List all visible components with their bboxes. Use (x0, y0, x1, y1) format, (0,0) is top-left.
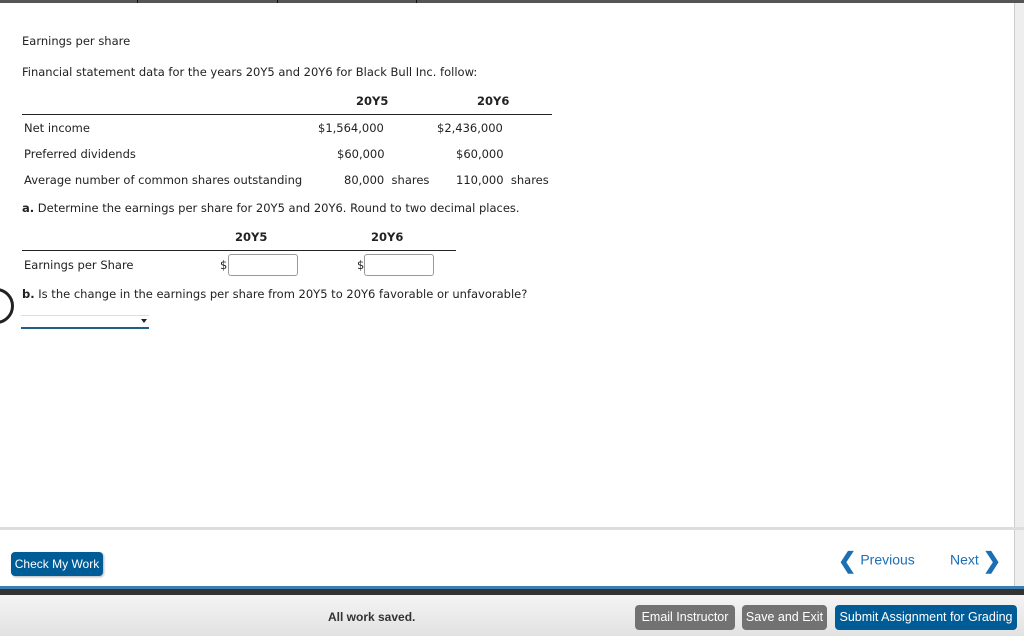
previous-label: Previous (860, 551, 915, 568)
part-a-question: a. Determine the earnings per share for … (22, 201, 520, 215)
value-20y6: $60,000 (456, 147, 504, 161)
row-label: Average number of common shares outstand… (24, 173, 303, 187)
footer-bar: All work saved. Email Instructor Save an… (0, 595, 1024, 636)
eps-header-20y6: 20Y6 (371, 230, 404, 244)
focus-circle-marker (0, 288, 14, 324)
email-instructor-button[interactable]: Email Instructor (635, 605, 735, 630)
previous-button[interactable]: ❮ Previous (838, 548, 915, 574)
favorable-select[interactable] (21, 315, 149, 329)
table-rule (22, 114, 552, 115)
next-button[interactable]: Next ❯ (950, 548, 1001, 574)
question-nav-bar: Check My Work ❮ Previous Next ❯ (0, 527, 1024, 587)
dropdown-arrow-icon (141, 319, 147, 323)
eps-row-label: Earnings per Share (24, 258, 134, 272)
check-my-work-button[interactable]: Check My Work (11, 552, 103, 576)
value-20y5: $1,564,000 (318, 121, 384, 135)
part-b-letter: b. (22, 287, 35, 301)
eps-20y5-input[interactable] (228, 254, 298, 276)
save-status: All work saved. (328, 610, 416, 624)
question-content: Earnings per share Financial statement d… (0, 3, 1014, 527)
row-label: Net income (24, 121, 90, 135)
part-b-question: b. Is the change in the earnings per sha… (22, 287, 527, 301)
save-and-exit-button[interactable]: Save and Exit (742, 605, 827, 630)
value-20y5: $60,000 (337, 147, 385, 161)
eps-20y6-input[interactable] (364, 254, 434, 276)
part-b-text: Is the change in the earnings per share … (34, 287, 528, 301)
eps-header-20y5: 20Y5 (235, 230, 268, 244)
value-20y6: 110,000 shares (456, 173, 549, 187)
chevron-right-icon: ❯ (982, 548, 1002, 573)
eps-rule (22, 250, 456, 251)
part-a-text: Determine the earnings per share for 20Y… (34, 201, 520, 215)
page-title: Earnings per share (22, 34, 131, 48)
value-20y6: $2,436,000 (437, 121, 503, 135)
row-label: Preferred dividends (24, 147, 136, 161)
next-label: Next (950, 551, 979, 568)
chevron-left-icon: ❮ (838, 548, 857, 573)
part-a-letter: a. (22, 201, 35, 215)
scrollbar[interactable] (1014, 3, 1024, 527)
currency-symbol: $ (220, 258, 228, 272)
value-20y5: 80,000 shares (344, 173, 430, 187)
submit-assignment-button[interactable]: Submit Assignment for Grading (835, 605, 1017, 630)
footer-divider (0, 586, 1024, 595)
col-header-20y5: 20Y5 (356, 94, 389, 108)
col-header-20y6: 20Y6 (477, 94, 510, 108)
scrollbar-segment (1014, 530, 1024, 587)
intro-text: Financial statement data for the years 2… (22, 65, 478, 79)
